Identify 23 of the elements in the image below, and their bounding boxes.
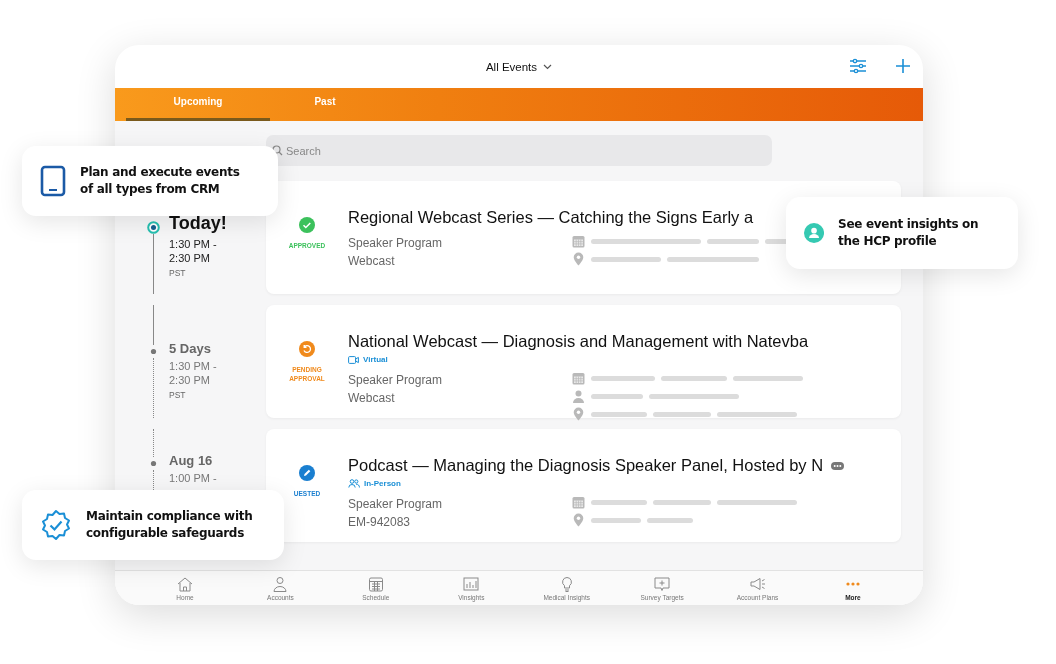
callout-text: Maintain compliance with configurable safeguards — [86, 508, 254, 542]
event-detail: Speaker Program — [348, 496, 444, 513]
event-detail: Webcast — [348, 390, 396, 407]
event-time: 1:30 PM - — [169, 359, 217, 373]
event-title: National Webcast — Diagnosis and Management with Natevba — [348, 332, 809, 351]
event-time: 1:30 PM - — [169, 237, 218, 251]
event-detail: Speaker Program — [348, 235, 444, 252]
event-title: Regional Webcast Series — Catching the Signs Early a — [348, 208, 754, 227]
event-title: Podcast — Managing the Diagnosis Speaker Panel, Hosted by N — [348, 456, 824, 475]
event-time: 1:00 PM - — [169, 471, 217, 485]
event-format: Virtual — [363, 355, 388, 364]
timeline-date: Today! — [169, 213, 227, 234]
event-time: 2:30 PM — [169, 251, 211, 265]
timeline-date: Aug 16 — [169, 453, 214, 468]
event-format: In-Person — [364, 479, 401, 488]
timeline-date: 5 Days — [169, 341, 212, 356]
time-zone: PST — [169, 268, 187, 278]
time-zone: PST — [169, 390, 187, 400]
event-detail: Webcast — [348, 253, 396, 270]
callout-text: Plan and execute events of all types from CRM — [80, 164, 241, 198]
event-time: 2:30 PM — [169, 373, 211, 387]
event-detail: EM-942083 — [348, 514, 412, 531]
event-detail: Speaker Program — [348, 372, 444, 389]
